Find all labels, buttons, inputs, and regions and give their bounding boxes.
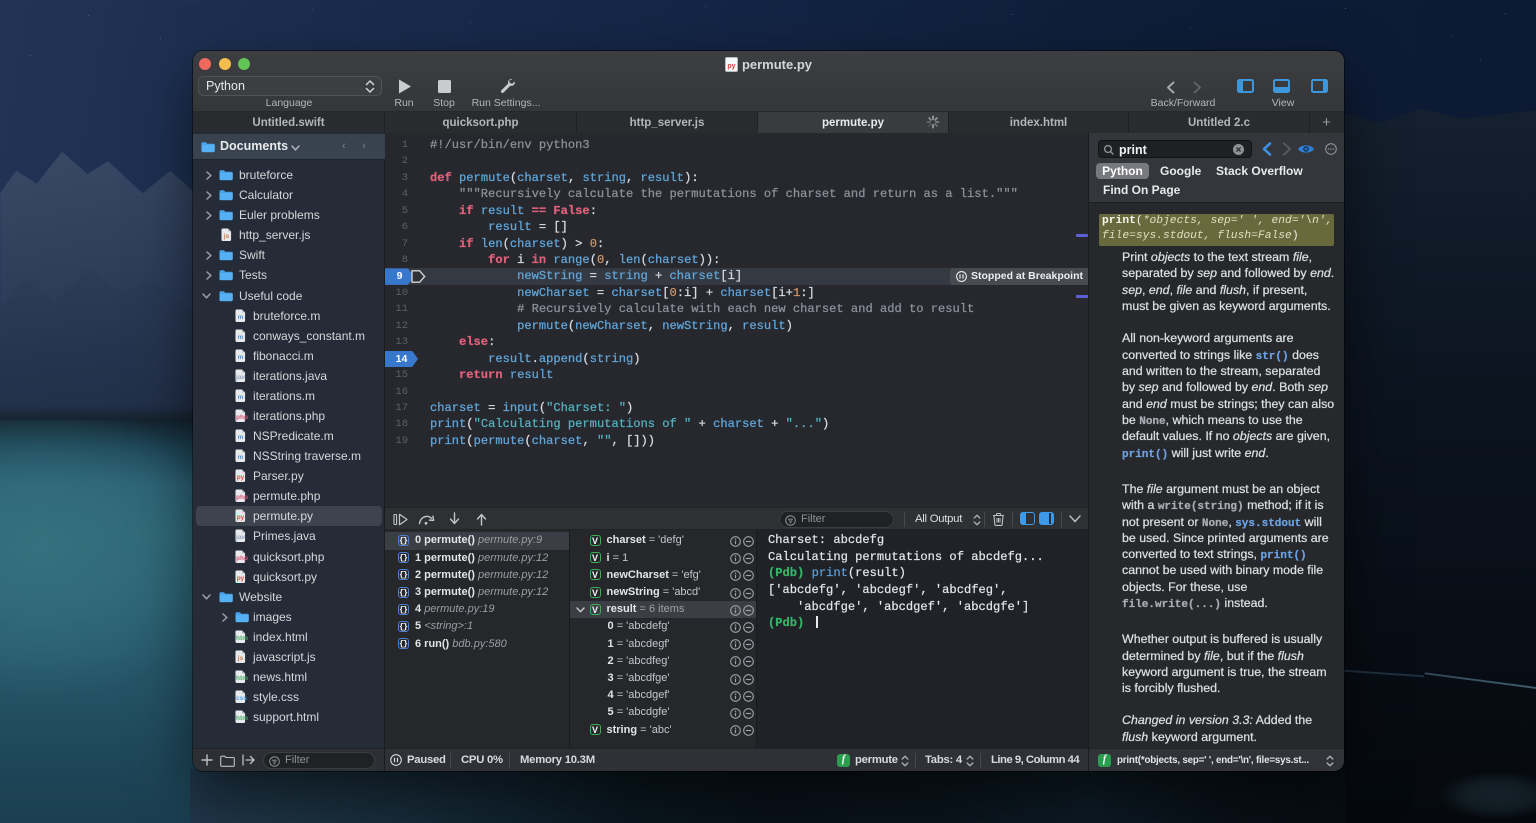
svg-text:py: py — [727, 63, 735, 70]
